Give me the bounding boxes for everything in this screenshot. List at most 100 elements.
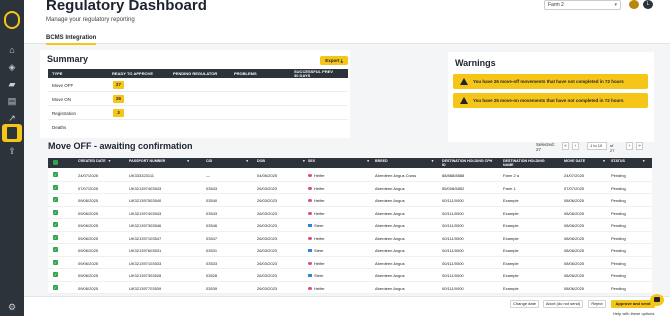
settings-icon[interactable]: ⚙ [6, 302, 18, 312]
col-sex[interactable]: SEX ▾ [308, 159, 369, 164]
selected-count: Selected: 27 [536, 142, 555, 152]
summary-row[interactable]: Registration 3 [48, 106, 348, 120]
help-link[interactable]: Help with these options [613, 311, 654, 316]
warnings-card: Warnings You have 26 move-off movements … [448, 52, 654, 142]
move-off-title: Move OFF - awaiting confirmation [48, 141, 193, 151]
warning-icon [460, 97, 468, 104]
cell-dob: 26/03/2023 [257, 198, 278, 203]
chat-icon[interactable] [650, 294, 664, 306]
cell-status: Pending [611, 223, 626, 228]
tab-bcms-integration[interactable]: BCMS Integration [46, 35, 97, 45]
first-page-button[interactable]: « [562, 142, 569, 150]
cell-passport: UK321397603531 [129, 248, 162, 253]
col-passport[interactable]: PASSPORT NUMBER ▾ [129, 159, 189, 164]
change-date-button[interactable]: Change date [510, 300, 539, 308]
herd-icon[interactable]: ◈ [6, 62, 18, 72]
row-checkbox[interactable]: ✓ [53, 172, 58, 177]
summary-row[interactable]: Move ON 26 [48, 92, 348, 106]
row-checkbox[interactable]: ✓ [53, 272, 58, 277]
row-checkbox[interactable]: ✓ [53, 234, 58, 240]
cell-name: Example [503, 223, 519, 228]
table-row[interactable]: ✓ 09/06/2025 UK321397303546 03546 26/03/2023… [48, 219, 652, 232]
summary-card: Summary Export ⤓ TYPE READY TO APPROVE P… [40, 50, 350, 138]
col-problems: PROBLEMS [234, 71, 257, 76]
cell-created: 09/06/2025 [78, 273, 99, 278]
cell-status: Pending [611, 210, 626, 216]
cell-name: Example [503, 248, 519, 253]
row-checkbox[interactable]: ✓ [53, 284, 58, 290]
cell-passport: UK321397503540 [129, 198, 162, 203]
table-row[interactable]: ✓ 09/06/2025 UK321397703539 03539 26/03/2023… [48, 282, 652, 294]
summary-row[interactable]: Move OFF 27 [48, 78, 348, 92]
table-row[interactable]: ✓ 09/06/2025 UK321397103547 03547 26/03/2023… [48, 232, 652, 244]
col-move-date[interactable]: MOVE DATE ▾ [564, 159, 605, 164]
summary-table: TYPE READY TO APPROVE PENDING REGULATOR … [48, 69, 348, 134]
select-all-checkbox[interactable] [53, 160, 58, 165]
row-checkbox[interactable]: ✓ [53, 259, 58, 265]
table-row[interactable]: ✓ 09/06/2025 UK321397503540 03540 26/03/2023… [48, 194, 652, 207]
ready-count[interactable]: 26 [113, 95, 124, 103]
cell-sex: Heifer [308, 236, 325, 241]
table-row[interactable]: ✓ 09/06/2025 UK321397403543 03543 26/03/2023… [48, 207, 652, 219]
cell-move: 08/06/2025 [564, 273, 585, 278]
page-subtitle: Manage your regulatory reporting [46, 17, 135, 23]
row-checkbox[interactable]: ✓ [53, 197, 58, 202]
col-status[interactable]: STATUS ▾ [611, 159, 645, 164]
reject-button[interactable]: Reject [588, 300, 606, 308]
approve-send-button[interactable]: Approve and send [611, 300, 655, 308]
chart-icon[interactable]: ↗ [6, 113, 18, 123]
cell-created: 09/06/2025 [78, 235, 99, 241]
page-range-select[interactable]: 1 to 10 [587, 142, 607, 150]
export-button[interactable]: Export ⤓ [320, 56, 348, 65]
row-checkbox[interactable]: ✓ [53, 209, 58, 215]
cell-move: 08/06/2025 [564, 260, 585, 266]
ready-count[interactable]: 27 [113, 81, 124, 89]
col-breed[interactable]: BREED ▾ [375, 159, 433, 164]
cell-cph: 00/111/0000 [442, 248, 464, 253]
next-page-button[interactable]: › [626, 142, 633, 150]
upload-icon[interactable]: ⇪ [6, 146, 18, 156]
table-row[interactable]: ✓ 09/06/2025 UK321397303528 03528 26/03/2023… [48, 269, 652, 282]
cell-cph: 00/111/0000 [442, 235, 464, 241]
row-checkbox[interactable]: ✓ [53, 184, 58, 190]
col-dob[interactable]: DOB ▾ [257, 159, 305, 164]
row-checkbox[interactable]: ✓ [53, 247, 58, 252]
cell-breed: Aberdeen Angus [375, 285, 405, 291]
cell-status: Pending [611, 185, 626, 191]
cell-created: 09/06/2025 [78, 223, 99, 228]
warning-item[interactable]: You have 26 move-off movements that have… [453, 74, 648, 89]
prev-page-button[interactable]: ‹ [572, 142, 579, 150]
app-logo-icon[interactable] [4, 11, 20, 29]
cell-status: Pending [611, 198, 626, 203]
cell-created: 09/06/2025 [78, 248, 99, 253]
summary-row[interactable]: Deaths [48, 120, 348, 134]
ready-count[interactable]: 3 [113, 109, 124, 117]
avatar[interactable]: L [643, 0, 653, 9]
col-created-date[interactable]: CREATED DATE ▾ [78, 159, 110, 164]
table-row[interactable]: ✓ 24/07/2025 UK333323111 — 04/06/2025 Heifer A… [48, 169, 652, 182]
row-checkbox[interactable]: ✓ [53, 222, 58, 227]
abort-button[interactable]: Abort (do not send) [543, 300, 583, 308]
farm-select-value: Farm 2 [548, 2, 564, 8]
cell-sex: Heifer [308, 211, 325, 216]
cattle-icon[interactable]: ▰ [6, 79, 18, 89]
col-cid[interactable]: CID ▾ [206, 159, 248, 164]
cell-name: Example [503, 273, 519, 278]
cell-move: 07/07/2025 [564, 185, 585, 191]
table-row[interactable]: ✓ 09/06/2025 UK321397103533 03533 26/03/2023… [48, 257, 652, 269]
farm-select[interactable]: Farm 2 ▾ [544, 0, 621, 10]
table-row[interactable]: ✓ 07/07/2025 UK321397403543 03543 26/03/2023… [48, 182, 652, 194]
table-row[interactable]: ✓ 09/06/2025 UK321397603531 03531 26/03/2023… [48, 244, 652, 257]
cell-created: 09/06/2025 [78, 260, 99, 266]
last-page-button[interactable]: » [636, 142, 643, 150]
cell-sex: Steer [308, 223, 324, 228]
col-destination-cph[interactable]: DESTINATION HOLDING CPH ID [442, 159, 494, 168]
notification-icon[interactable] [629, 0, 639, 9]
home-icon[interactable]: ⌂ [6, 45, 18, 55]
cell-move: 08/06/2025 [564, 198, 585, 203]
cell-status: Pending [611, 273, 626, 278]
heifer-icon [308, 261, 312, 265]
feed-icon[interactable]: ▤ [6, 96, 18, 106]
col-destination-name[interactable]: DESTINATION HOLDING NAME [503, 159, 553, 168]
warning-item[interactable]: You have 25 move-on movements that have … [453, 93, 648, 108]
